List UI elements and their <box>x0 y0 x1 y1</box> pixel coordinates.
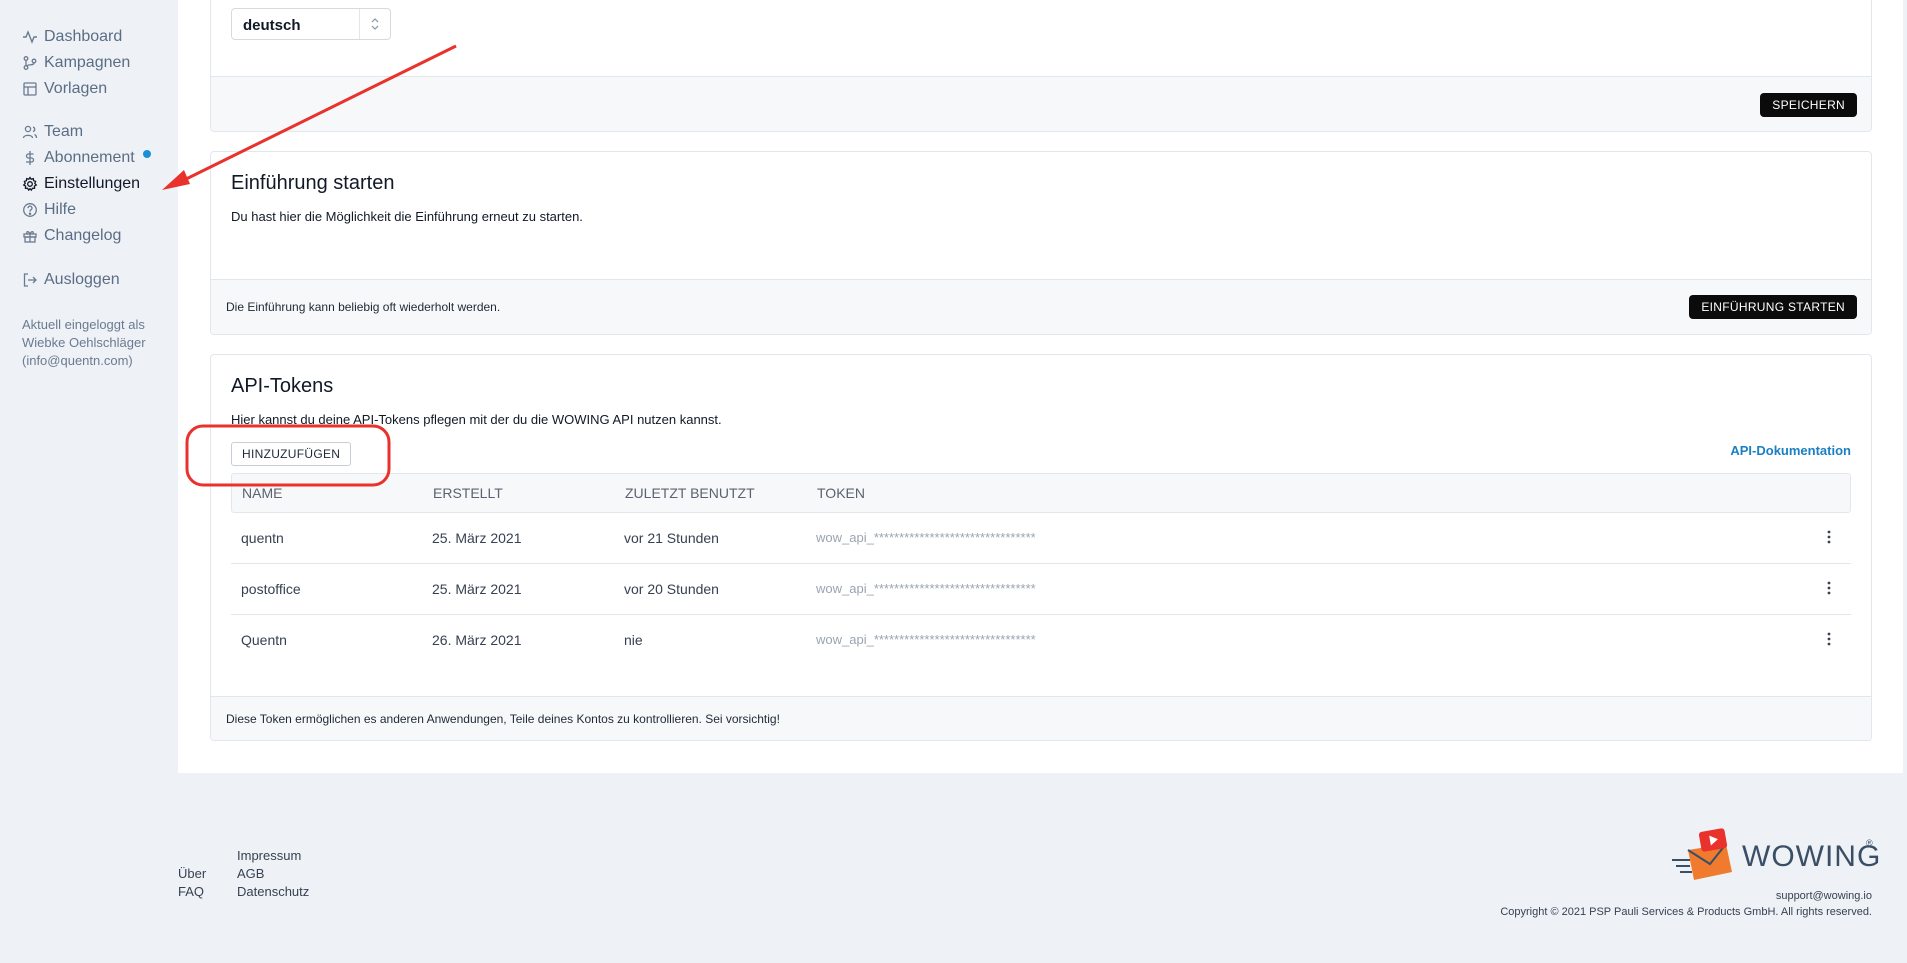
table-header: NAME ERSTELLT ZULETZT BENUTZT TOKEN <box>231 473 1851 513</box>
table-row: quentn 25. März 2021 vor 21 Stunden wow_… <box>231 513 1851 564</box>
token-name: quentn <box>241 530 284 546</box>
language-select-value: deutsch <box>243 17 301 34</box>
token-value: wow_api_******************************** <box>816 632 1036 647</box>
footer-link-ueber[interactable]: Über <box>178 866 206 881</box>
language-select[interactable]: deutsch <box>231 8 391 40</box>
api-tokens-footer-text: Diese Token ermöglichen es anderen Anwen… <box>226 712 780 726</box>
sidebar-item-label: Dashboard <box>44 28 123 45</box>
logged-in-user: Wiebke Oehlschläger <box>22 335 146 350</box>
token-created: 25. März 2021 <box>432 530 522 546</box>
copyright-text: Copyright © 2021 PSP Pauli Services & Pr… <box>1500 906 1872 918</box>
api-tokens-card: API-Tokens Hier kannst du deine API-Toke… <box>210 354 1872 741</box>
support-email[interactable]: support@wowing.io <box>1776 890 1872 902</box>
dollar-icon <box>22 150 38 166</box>
registered-mark: ® <box>1866 838 1873 848</box>
token-value: wow_api_******************************** <box>816 530 1036 545</box>
sidebar: Dashboard Kampagnen Vorlagen Team Abonne… <box>0 0 178 963</box>
sidebar-item-label: Changelog <box>44 227 122 244</box>
sidebar-item-team[interactable]: Team <box>22 121 83 143</box>
gear-icon <box>22 176 38 192</box>
sidebar-item-abonnement[interactable]: Abonnement <box>22 147 151 169</box>
more-vertical-icon[interactable] <box>1819 525 1839 549</box>
api-tokens-card-footer: Diese Token ermöglichen es anderen Anwen… <box>211 696 1871 740</box>
sidebar-item-label: Ausloggen <box>44 271 120 288</box>
token-name: postoffice <box>241 581 301 597</box>
footer-link-impressum[interactable]: Impressum <box>237 848 301 863</box>
column-header-created: ERSTELLT <box>433 485 503 501</box>
start-intro-button[interactable]: EINFÜHRUNG STARTEN <box>1689 295 1857 319</box>
logout-icon <box>22 272 38 288</box>
footer-link-faq[interactable]: FAQ <box>178 884 204 899</box>
table-row: Quentn 26. März 2021 nie wow_api_*******… <box>231 615 1851 665</box>
token-value: wow_api_******************************** <box>816 581 1036 596</box>
logged-in-info: Aktuell eingeloggt als Wiebke Oehlschläg… <box>22 316 182 370</box>
help-circle-icon <box>22 202 38 218</box>
sidebar-item-changelog[interactable]: Changelog <box>22 225 121 247</box>
git-branch-icon <box>22 55 38 71</box>
token-created: 25. März 2021 <box>432 581 522 597</box>
save-button[interactable]: SPEICHERN <box>1760 93 1857 117</box>
intro-card-footer: Die Einführung kann beliebig oft wiederh… <box>211 279 1871 334</box>
intro-description: Du hast hier die Möglichkeit die Einführ… <box>231 209 583 224</box>
sidebar-item-label: Team <box>44 123 84 140</box>
column-header-name: NAME <box>242 485 283 501</box>
language-card-footer: SPEICHERN <box>211 76 1871 131</box>
footer-link-datenschutz[interactable]: Datenschutz <box>237 884 309 899</box>
column-header-token: TOKEN <box>817 485 865 501</box>
sidebar-item-einstellungen[interactable]: Einstellungen <box>22 173 140 195</box>
logo-envelope-icon <box>1672 828 1732 880</box>
chevron-updown-icon <box>359 9 390 39</box>
wowing-brand: WOWING <box>1742 840 1882 873</box>
intro-card: Einführung starten Du hast hier die Mögl… <box>210 151 1872 335</box>
sidebar-item-vorlagen[interactable]: Vorlagen <box>22 78 107 100</box>
wowing-logo: WOWING ® <box>1670 826 1880 884</box>
sidebar-item-hilfe[interactable]: Hilfe <box>22 199 76 221</box>
api-tokens-table: NAME ERSTELLT ZULETZT BENUTZT TOKEN quen… <box>231 473 1851 665</box>
activity-icon <box>22 29 38 45</box>
sidebar-item-ausloggen[interactable]: Ausloggen <box>22 269 120 291</box>
intro-title: Einführung starten <box>231 172 395 194</box>
api-tokens-description: Hier kannst du deine API-Tokens pflegen … <box>231 412 722 427</box>
column-header-last-used: ZULETZT BENUTZT <box>625 485 755 501</box>
sidebar-item-label: Abonnement <box>44 149 135 166</box>
token-created: 26. März 2021 <box>432 632 522 648</box>
token-last-used: vor 20 Stunden <box>624 581 719 597</box>
token-name: Quentn <box>241 632 287 648</box>
add-token-button[interactable]: HINZUZUFÜGEN <box>231 442 352 466</box>
sidebar-item-label: Vorlagen <box>44 80 108 97</box>
token-last-used: nie <box>624 632 643 648</box>
more-vertical-icon[interactable] <box>1819 576 1839 600</box>
sidebar-item-dashboard[interactable]: Dashboard <box>22 26 122 48</box>
footer-link-agb[interactable]: AGB <box>237 866 264 881</box>
notification-dot <box>142 150 151 158</box>
api-tokens-title: API-Tokens <box>231 375 334 397</box>
gift-icon <box>22 228 38 244</box>
logged-in-label: Aktuell eingeloggt als <box>22 317 145 332</box>
more-vertical-icon[interactable] <box>1819 627 1839 651</box>
sidebar-item-label: Kampagnen <box>44 54 131 71</box>
users-icon <box>22 124 38 140</box>
table-row: postoffice 25. März 2021 vor 20 Stunden … <box>231 564 1851 615</box>
intro-footer-text: Die Einführung kann beliebig oft wiederh… <box>226 300 501 314</box>
layout-icon <box>22 81 38 97</box>
sidebar-item-label: Hilfe <box>44 201 77 218</box>
token-last-used: vor 21 Stunden <box>624 530 719 546</box>
logged-in-email: (info@quentn.com) <box>22 353 133 368</box>
language-card: deutsch SPEICHERN <box>210 0 1872 132</box>
sidebar-item-label: Einstellungen <box>44 175 141 192</box>
sidebar-item-kampagnen[interactable]: Kampagnen <box>22 52 130 74</box>
api-documentation-link[interactable]: API-Dokumentation <box>1730 443 1851 458</box>
